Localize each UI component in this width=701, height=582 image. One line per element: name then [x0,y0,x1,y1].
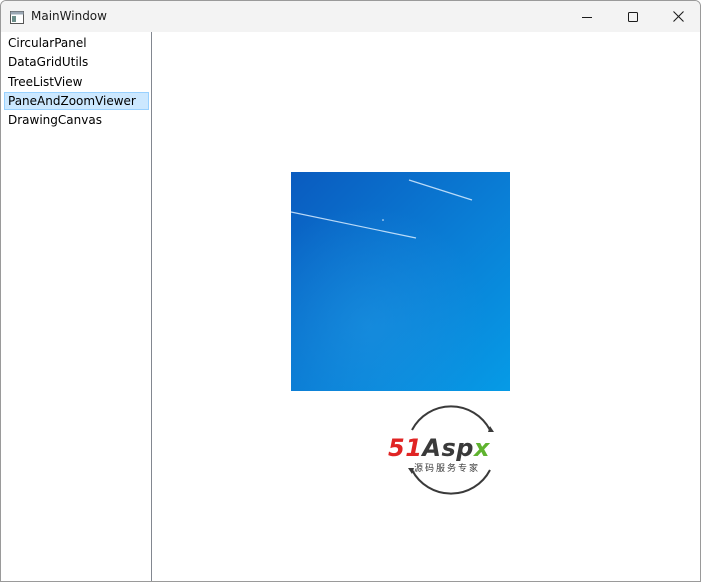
window-app-icon [10,9,24,24]
close-button[interactable] [655,1,700,32]
sidebar-item-drawingcanvas[interactable]: DrawingCanvas [4,111,149,129]
blue-sky-photo [291,172,510,391]
sidebar-item-circularpanel[interactable]: CircularPanel [4,34,149,52]
minimize-button[interactable] [564,1,610,32]
sidebar-item-paneandzoomviewer[interactable]: PaneAndZoomViewer [4,92,149,110]
window-title: MainWindow [31,9,107,23]
sidebar-item-treelistview[interactable]: TreeListView [4,73,149,91]
title-bar[interactable]: MainWindow [1,1,700,32]
sidebar-item-datagridutils[interactable]: DataGridUtils [4,53,149,71]
minimize-icon [582,12,592,22]
maximize-button[interactable] [610,1,656,32]
logo-wordmark: 51Aspx [388,434,490,462]
maximize-icon [628,11,638,22]
logo-subtitle: 源码服务专家 [414,464,481,474]
close-icon [672,11,684,22]
pan-zoom-viewer[interactable]: 51Aspx 源码服务专家 [152,32,700,581]
navigation-list[interactable]: CircularPanel DataGridUtils TreeListView… [2,32,152,581]
main-window: MainWindow CircularPanel DataGridUtils T… [0,0,701,582]
